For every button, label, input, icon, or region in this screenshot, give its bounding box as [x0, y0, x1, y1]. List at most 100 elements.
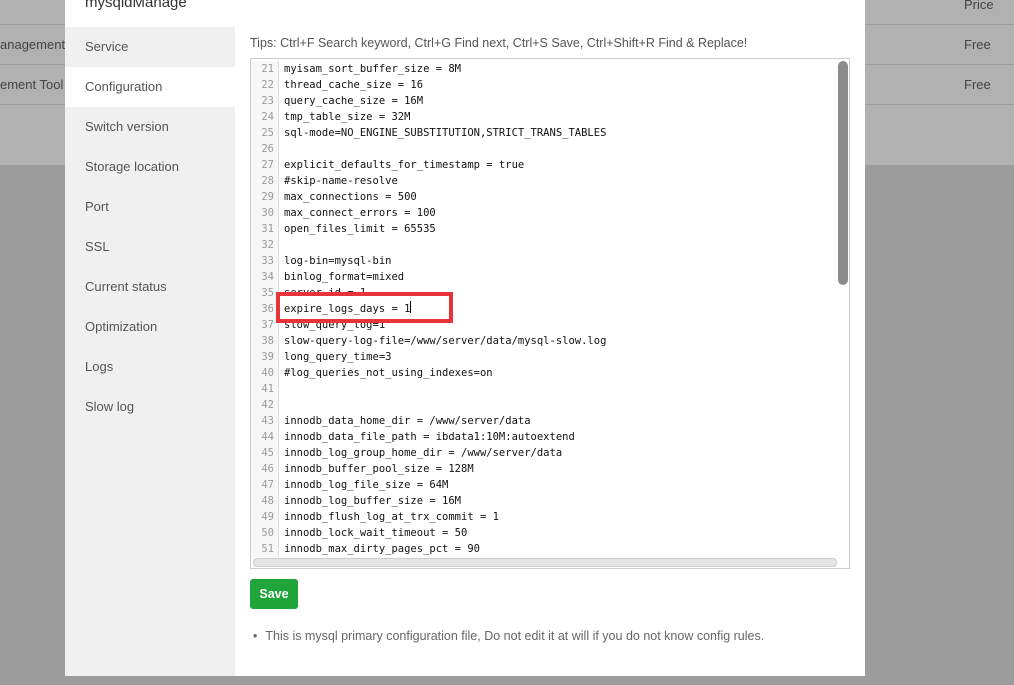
line-number: 46: [251, 461, 279, 477]
code-line[interactable]: 26: [251, 141, 606, 157]
save-button[interactable]: Save: [250, 579, 298, 609]
editor-tips: Tips: Ctrl+F Search keyword, Ctrl+G Find…: [250, 36, 748, 50]
line-text: innodb_flush_log_at_trx_commit = 1: [284, 511, 499, 523]
line-number: 37: [251, 317, 279, 333]
line-text: innodb_log_buffer_size = 16M: [284, 495, 462, 507]
dialog-title: mysqldManage: [85, 0, 187, 11]
line-number: 30: [251, 205, 279, 221]
horizontal-scrollbar[interactable]: [253, 558, 837, 567]
sidebar-item-storage-location[interactable]: Storage location: [65, 147, 235, 187]
code-line[interactable]: 25 sql-mode=NO_ENGINE_SUBSTITUTION,STRICT…: [251, 125, 606, 141]
line-text: [279, 237, 284, 253]
line-text: max_connect_errors = 100: [284, 207, 436, 219]
line-text: open_files_limit = 65535: [284, 223, 436, 235]
line-text: innodb_buffer_pool_size = 128M: [284, 463, 474, 475]
line-text: tmp_table_size = 32M: [284, 111, 411, 123]
line-text: [279, 381, 284, 397]
line-number: 26: [251, 141, 279, 157]
line-text: slow-query-log-file=/www/server/data/mys…: [284, 335, 607, 347]
code-line[interactable]: 51 innodb_max_dirty_pages_pct = 90: [251, 541, 606, 557]
line-text: [279, 141, 284, 157]
code-line[interactable]: 27 explicit_defaults_for_timestamp = true: [251, 157, 606, 173]
line-text: max_connections = 500: [284, 191, 417, 203]
line-number: 22: [251, 77, 279, 93]
sidebar-item-slow-log[interactable]: Slow log: [65, 387, 235, 427]
code-line[interactable]: 40 #log_queries_not_using_indexes=on: [251, 365, 606, 381]
line-number: 50: [251, 525, 279, 541]
line-number: 24: [251, 109, 279, 125]
line-text: log-bin=mysql-bin: [284, 255, 392, 267]
line-number: 25: [251, 125, 279, 141]
code-line[interactable]: 28 #skip-name-resolve: [251, 173, 606, 189]
line-number: 27: [251, 157, 279, 173]
code-line[interactable]: 50 innodb_lock_wait_timeout = 50: [251, 525, 606, 541]
line-number: 28: [251, 173, 279, 189]
line-number: 45: [251, 445, 279, 461]
sidebar-item-switch-version[interactable]: Switch version: [65, 107, 235, 147]
code-line[interactable]: 21 myisam_sort_buffer_size = 8M: [251, 61, 606, 77]
highlight-box: [276, 292, 453, 323]
code-line[interactable]: 22 thread_cache_size = 16: [251, 77, 606, 93]
code-line[interactable]: 34 binlog_format=mixed: [251, 269, 606, 285]
line-text: innodb_log_group_home_dir = /www/server/…: [284, 447, 563, 459]
vertical-scrollbar[interactable]: [838, 61, 848, 285]
code-line[interactable]: 30 max_connect_errors = 100: [251, 205, 606, 221]
code-line[interactable]: 47 innodb_log_file_size = 64M: [251, 477, 606, 493]
sidebar-item-current-status[interactable]: Current status: [65, 267, 235, 307]
line-number: 21: [251, 61, 279, 77]
code-line[interactable]: 46 innodb_buffer_pool_size = 128M: [251, 461, 606, 477]
code-line[interactable]: 42: [251, 397, 606, 413]
sidebar-item-logs[interactable]: Logs: [65, 347, 235, 387]
line-text: explicit_defaults_for_timestamp = true: [284, 159, 525, 171]
line-number: 34: [251, 269, 279, 285]
sidebar-item-service[interactable]: Service: [65, 27, 235, 67]
line-number: 39: [251, 349, 279, 365]
sidebar-item-optimization[interactable]: Optimization: [65, 307, 235, 347]
line-text: #log_queries_not_using_indexes=on: [284, 367, 493, 379]
code-line[interactable]: 44 innodb_data_file_path = ibdata1:10M:au…: [251, 429, 606, 445]
line-number: 38: [251, 333, 279, 349]
code-line[interactable]: 23 query_cache_size = 16M: [251, 93, 606, 109]
line-text: binlog_format=mixed: [284, 271, 405, 283]
line-text: innodb_lock_wait_timeout = 50: [284, 527, 468, 539]
line-number: 49: [251, 509, 279, 525]
line-number: 43: [251, 413, 279, 429]
line-number: 41: [251, 381, 279, 397]
sidebar-item-configuration[interactable]: Configuration: [65, 67, 235, 107]
code-line[interactable]: 24 tmp_table_size = 32M: [251, 109, 606, 125]
code-line[interactable]: 31 open_files_limit = 65535: [251, 221, 606, 237]
line-number: 32: [251, 237, 279, 253]
sidebar-item-port[interactable]: Port: [65, 187, 235, 227]
line-text: [279, 397, 284, 413]
line-text: query_cache_size = 16M: [284, 95, 424, 107]
code-line[interactable]: 49 innodb_flush_log_at_trx_commit = 1: [251, 509, 606, 525]
line-text: innodb_data_home_dir = /www/server/data: [284, 415, 531, 427]
code-line[interactable]: 45 innodb_log_group_home_dir = /www/serve…: [251, 445, 606, 461]
line-number: 44: [251, 429, 279, 445]
line-text: thread_cache_size = 16: [284, 79, 424, 91]
line-number: 51: [251, 541, 279, 557]
sidebar: Service Configuration Switch version Storag…: [65, 27, 235, 676]
line-text: innodb_max_dirty_pages_pct = 90: [284, 543, 480, 555]
line-text: innodb_data_file_path = ibdata1:10M:auto…: [284, 431, 575, 443]
mysqld-manage-dialog: mysqldManage Service Configuration Switch …: [65, 0, 865, 676]
line-number: 36: [251, 301, 279, 317]
line-number: 48: [251, 493, 279, 509]
code-line[interactable]: 32: [251, 237, 606, 253]
code-line[interactable]: 38 slow-query-log-file=/www/server/data/m…: [251, 333, 606, 349]
code-line[interactable]: 48 innodb_log_buffer_size = 16M: [251, 493, 606, 509]
sidebar-item-ssl[interactable]: SSL: [65, 227, 235, 267]
line-number: 35: [251, 285, 279, 301]
line-text: #skip-name-resolve: [284, 175, 398, 187]
code-line[interactable]: 29 max_connections = 500: [251, 189, 606, 205]
code-line[interactable]: 33 log-bin=mysql-bin: [251, 253, 606, 269]
line-number: 31: [251, 221, 279, 237]
code-line[interactable]: 39 long_query_time=3: [251, 349, 606, 365]
line-number: 42: [251, 397, 279, 413]
line-text: myisam_sort_buffer_size = 8M: [284, 63, 462, 75]
line-text: innodb_log_file_size = 64M: [284, 479, 449, 491]
code-line[interactable]: 43 innodb_data_home_dir = /www/server/dat…: [251, 413, 606, 429]
code-line[interactable]: 41: [251, 381, 606, 397]
line-text: long_query_time=3: [284, 351, 392, 363]
line-number: 47: [251, 477, 279, 493]
